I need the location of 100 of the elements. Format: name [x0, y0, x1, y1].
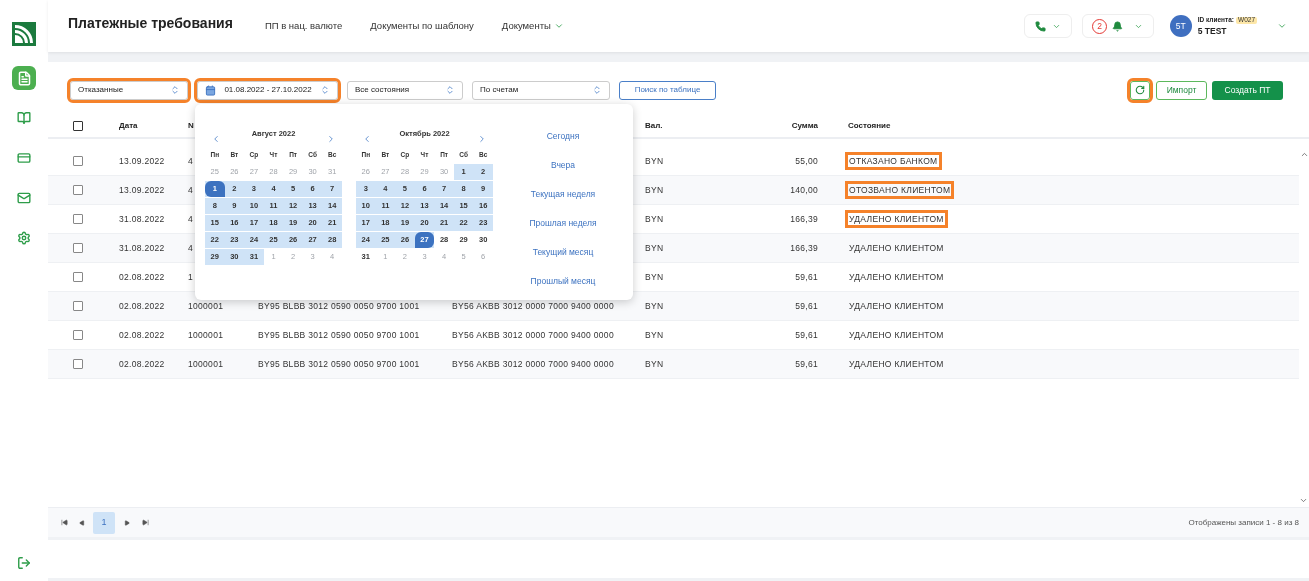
next-page-icon[interactable] — [124, 519, 130, 526]
refresh-button[interactable] — [1130, 80, 1150, 100]
table-cell: 55,00 — [795, 154, 818, 168]
chevron-down-icon[interactable] — [1277, 21, 1287, 31]
table-cell: 4 — [188, 155, 194, 166]
date-shortcut-link[interactable]: Текущий месяц — [532, 245, 594, 259]
table-cell: BY56 AKBB 3012 0000 7000 9400 0000 — [452, 300, 614, 311]
page-button[interactable]: 1 — [93, 511, 115, 534]
scroll-down-icon[interactable] — [1299, 496, 1308, 505]
calendar-icon — [205, 84, 216, 96]
sort-caret-icon — [170, 85, 180, 95]
table-cell: 1000001 — [188, 329, 224, 340]
column-header[interactable]: Состояние — [848, 120, 891, 132]
table-cell: 1 — [188, 271, 194, 282]
table-cell: 140,00 — [790, 183, 818, 197]
table-cell: BY56 AKBB 3012 0000 7000 9400 0000 — [452, 329, 614, 340]
document-icon[interactable] — [12, 66, 36, 90]
table-cell-text: BYN — [645, 357, 665, 371]
table-cell-text: BYN — [645, 270, 665, 284]
table-cell: 59,61 — [795, 270, 818, 284]
date-shortcut-link[interactable]: Прошлая неделя — [529, 216, 597, 230]
table-cell: 59,61 — [795, 357, 818, 371]
status-cell: УДАЛЕНО КЛИЕНТОМ — [848, 357, 945, 371]
table-cell-text: BYN — [645, 183, 665, 197]
column-header[interactable]: Сумма — [745, 120, 818, 132]
table-cell: BY56 AKBB 3012 0000 7000 9400 0000 — [452, 358, 614, 369]
status-cell: УДАЛЕНО КЛИЕНТОМ — [848, 328, 945, 342]
next-month-icon[interactable] — [326, 134, 336, 144]
previous-month-icon[interactable] — [362, 134, 372, 144]
table-cell: 4 — [188, 184, 194, 195]
table-cell: 59,61 — [795, 299, 818, 313]
column-header[interactable]: Вал. — [645, 120, 745, 132]
table-cell: 59,61 — [795, 328, 818, 342]
phone-menu-button[interactable] — [1023, 14, 1072, 38]
table-cell-text: 31.08.2022 — [119, 212, 166, 226]
select-field[interactable]: Отказанные — [70, 80, 188, 100]
first-page-icon[interactable] — [61, 519, 68, 526]
status-cell: УДАЛЕНО КЛИЕНТОМ — [848, 241, 945, 255]
table-cell-text: BYN — [645, 299, 665, 313]
table-cell: 1000001 — [188, 300, 224, 311]
date-shortcut-link[interactable]: Прошлый месяц — [530, 274, 596, 288]
status-cell: ОТКАЗАНО БАНКОМ — [848, 154, 939, 168]
row-checkbox[interactable] — [73, 185, 83, 195]
table-cell-text: 02.08.2022 — [119, 270, 166, 284]
nav-link[interactable]: Документы — [501, 18, 564, 34]
nav-link[interactable]: ПП в нац. валюте — [264, 18, 343, 34]
date-shortcut-link[interactable]: Сегодня — [546, 129, 580, 143]
table-cell: BY95 BLBB 3012 0590 0050 9700 1001 — [258, 300, 420, 311]
table-cell-text: BYN — [645, 241, 665, 255]
table-cell-text: BYN — [645, 212, 665, 226]
notifications-button[interactable]: 2 — [1081, 14, 1154, 38]
row-checkbox[interactable] — [73, 359, 83, 369]
table-cell: 166,39 — [790, 212, 818, 226]
table-cell: BY95 BLBB 3012 0590 0050 9700 1001 — [258, 358, 420, 369]
page-title: Платежные требования — [68, 13, 233, 33]
search-table-button[interactable]: Поиск по таблице — [619, 80, 716, 100]
create-button[interactable]: Создать ПТ — [1212, 80, 1283, 100]
sort-caret-icon — [445, 85, 455, 95]
select-all-checkbox[interactable] — [73, 121, 83, 131]
sort-caret-icon — [320, 85, 330, 95]
table-cell-text: 31.08.2022 — [119, 241, 166, 255]
date-shortcut-link[interactable]: Вчера — [551, 158, 575, 172]
date-shortcut-link[interactable]: Текущая неделя — [530, 187, 596, 201]
select-field[interactable]: Все состояния — [347, 80, 463, 100]
row-checkbox[interactable] — [73, 272, 83, 282]
table-cell: 4 — [188, 242, 194, 253]
row-checkbox[interactable] — [73, 214, 83, 224]
sort-caret-icon — [592, 85, 602, 95]
user-avatar[interactable]: 5Т — [1169, 15, 1192, 37]
previous-page-icon[interactable] — [79, 519, 85, 526]
table-cell: 1000001 — [188, 358, 224, 369]
status-cell: УДАЛЕНО КЛИЕНТОМ — [848, 299, 945, 313]
table-cell-text: BYN — [645, 328, 665, 342]
scroll-up-icon[interactable] — [1299, 150, 1309, 159]
previous-month-icon[interactable] — [211, 134, 221, 144]
import-button[interactable]: Импорт — [1156, 80, 1207, 100]
status-cell: УДАЛЕНО КЛИЕНТОМ — [848, 270, 945, 284]
logo — [12, 22, 36, 46]
table-cell-text: 02.08.2022 — [119, 357, 166, 371]
row-checkbox[interactable] — [73, 156, 83, 166]
status-cell: УДАЛЕНО КЛИЕНТОМ — [848, 212, 945, 226]
table-cell: BY95 BLBB 3012 0590 0050 9700 1001 — [258, 329, 420, 340]
table-cell-text: 13.09.2022 — [119, 154, 166, 168]
row-checkbox[interactable] — [73, 243, 83, 253]
date-range-field[interactable]: 01.08.2022 - 27.10.2022 — [197, 80, 338, 100]
refresh-icon — [1135, 85, 1145, 95]
records-summary: Отображены записи 1 - 8 из 8 — [1188, 516, 1299, 529]
table-cell: 166,39 — [790, 241, 818, 255]
row-checkbox[interactable] — [73, 301, 83, 311]
table-cell-text: 02.08.2022 — [119, 299, 166, 313]
table-cell-text: 02.08.2022 — [119, 328, 166, 342]
select-field[interactable]: По счетам — [472, 80, 610, 100]
nav-link[interactable]: Документы по шаблону — [370, 18, 474, 34]
last-page-icon[interactable] — [142, 519, 149, 526]
phone-icon — [1034, 20, 1046, 32]
table-cell-text: BYN — [645, 154, 665, 168]
row-checkbox[interactable] — [73, 330, 83, 340]
column-header[interactable]: Дата — [119, 120, 188, 132]
user-name: 5 TEST — [1197, 26, 1228, 35]
next-month-icon[interactable] — [477, 134, 487, 144]
